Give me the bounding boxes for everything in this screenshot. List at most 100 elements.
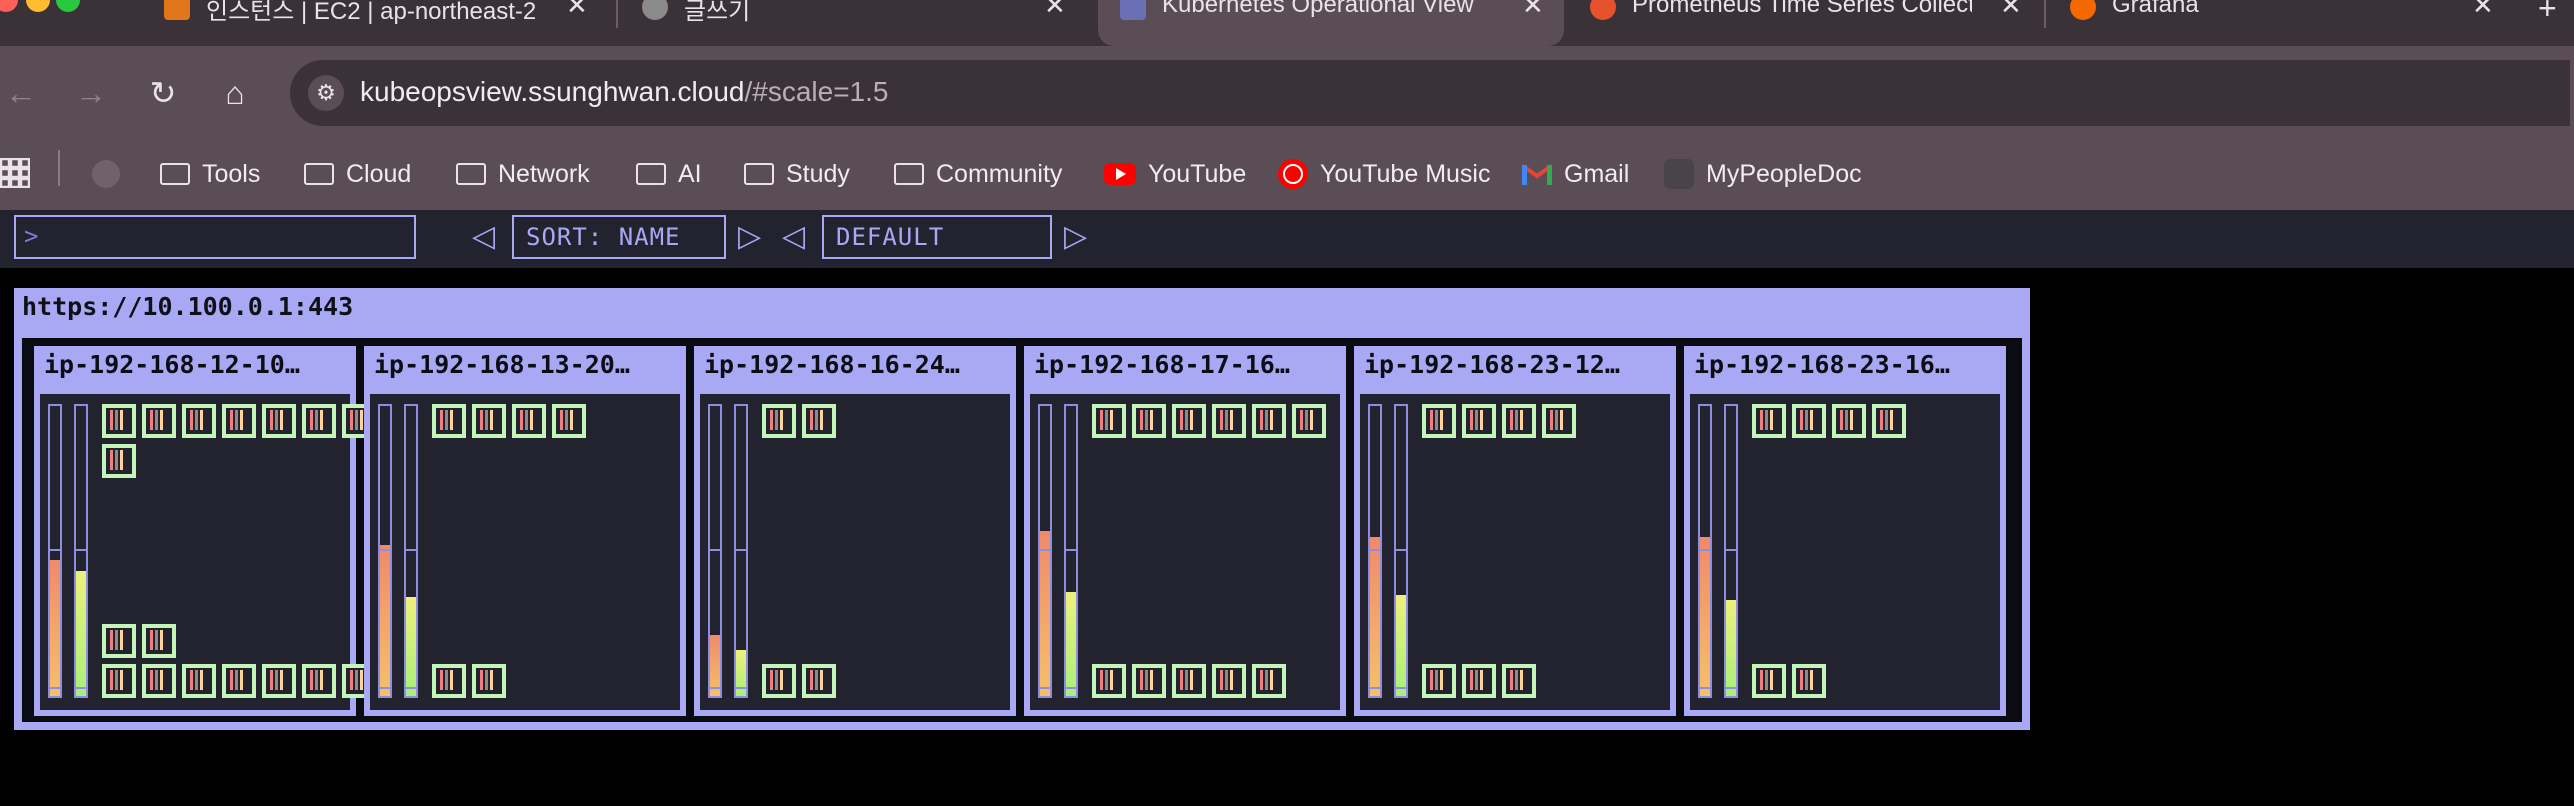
pod[interactable] [802, 404, 836, 438]
back-button[interactable]: ← [0, 70, 44, 116]
node-1[interactable]: ip-192-168-12-10… [34, 346, 376, 716]
pod[interactable] [1832, 404, 1866, 438]
node-4[interactable]: ip-192-168-17-16… [1024, 346, 1346, 716]
pod[interactable] [1752, 404, 1786, 438]
pod[interactable] [142, 664, 176, 698]
pod[interactable] [142, 404, 176, 438]
pod[interactable] [432, 404, 466, 438]
bookmark-folder-ai[interactable]: AI [636, 152, 702, 196]
prometheus-icon [1590, 0, 1616, 20]
theme-selector[interactable]: DEFAULT [822, 215, 1052, 259]
pod[interactable] [512, 404, 546, 438]
pod[interactable] [262, 404, 296, 438]
pod[interactable] [1422, 404, 1456, 438]
close-window-button[interactable] [0, 0, 18, 12]
forward-button[interactable]: → [68, 70, 114, 116]
pod[interactable] [1292, 404, 1326, 438]
pod[interactable] [1092, 664, 1126, 698]
pod[interactable] [1212, 664, 1246, 698]
cluster-url: https://10.100.0.1:443 [22, 292, 354, 321]
pod[interactable] [1252, 664, 1286, 698]
tab-ec2[interactable]: 인스턴스 | EC2 | ap-northeast-2 ✕ [142, 0, 612, 46]
pod[interactable] [1502, 664, 1536, 698]
filter-input[interactable]: > [14, 215, 416, 259]
new-tab-button[interactable]: + [2538, 0, 2557, 27]
pod[interactable] [432, 664, 466, 698]
pod[interactable] [262, 664, 296, 698]
bookmark-folder-tools[interactable]: Tools [160, 152, 260, 196]
pod[interactable] [302, 404, 336, 438]
pod[interactable] [1132, 664, 1166, 698]
minimize-window-button[interactable] [26, 0, 50, 12]
close-tab-icon[interactable]: ✕ [2000, 0, 2022, 21]
bookmark-folder-network[interactable]: Network [456, 152, 590, 196]
site-info-icon[interactable]: ⚙ [308, 75, 344, 111]
bookmark-youtube[interactable]: YouTube [1104, 152, 1246, 196]
pod[interactable] [1462, 404, 1496, 438]
cluster-box: https://10.100.0.1:443 ip-192-168-12-10…… [14, 288, 2030, 730]
tab-writing[interactable]: 글쓰기 ✕ [620, 0, 1090, 46]
pod[interactable] [142, 624, 176, 658]
url-text[interactable]: kubeopsview.ssunghwan.cloud/#scale=1.5 [360, 76, 888, 108]
node-body [1030, 394, 1340, 710]
pod[interactable] [1792, 404, 1826, 438]
bookmark-mypeopledoc[interactable]: MyPeopleDoc [1664, 152, 1862, 196]
pod[interactable] [552, 404, 586, 438]
pod[interactable] [1252, 404, 1286, 438]
close-tab-icon[interactable]: ✕ [1044, 0, 1066, 21]
pod[interactable] [102, 664, 136, 698]
close-tab-icon[interactable]: ✕ [1522, 0, 1544, 21]
bookmark-folder-cloud[interactable]: Cloud [304, 152, 411, 196]
pod[interactable] [102, 444, 136, 478]
node-2[interactable]: ip-192-168-13-20… [364, 346, 686, 716]
pod[interactable] [1172, 404, 1206, 438]
pod[interactable] [1792, 664, 1826, 698]
pod[interactable] [182, 664, 216, 698]
sort-next-button[interactable]: ▷ [738, 216, 761, 258]
pod[interactable] [1132, 404, 1166, 438]
close-tab-icon[interactable]: ✕ [2472, 0, 2494, 21]
pod[interactable] [302, 664, 336, 698]
node-6[interactable]: ip-192-168-23-16… [1684, 346, 2006, 716]
tab-prometheus[interactable]: Prometheus Time Series Collection ✕ [1568, 0, 2038, 46]
pod[interactable] [802, 664, 836, 698]
apps-grid-icon[interactable] [0, 152, 31, 196]
address-bar[interactable]: ⚙ kubeopsview.ssunghwan.cloud/#scale=1.5 [290, 60, 2570, 126]
sort-prev-button[interactable]: ◁ [472, 216, 495, 258]
home-button[interactable]: ⌂ [212, 70, 258, 116]
pod[interactable] [1092, 404, 1126, 438]
close-tab-icon[interactable]: ✕ [566, 0, 588, 21]
pod[interactable] [762, 404, 796, 438]
tab-kube-ops-view[interactable]: Kubernetes Operational View ✕ [1098, 0, 1564, 46]
pod[interactable] [1752, 664, 1786, 698]
bookmark-folder-study[interactable]: Study [744, 152, 850, 196]
pod[interactable] [1422, 664, 1456, 698]
pod[interactable] [102, 624, 136, 658]
pod[interactable] [472, 664, 506, 698]
pod[interactable] [222, 664, 256, 698]
bookmark-youtube-music[interactable]: YouTube Music [1278, 152, 1490, 196]
bookmark-gmail[interactable]: Gmail [1521, 152, 1629, 196]
pod[interactable] [1462, 664, 1496, 698]
reload-button[interactable]: ↻ [140, 70, 186, 116]
pod[interactable] [1212, 404, 1246, 438]
theme-prev-button[interactable]: ◁ [782, 216, 805, 258]
bookmark-folder-community[interactable]: Community [894, 152, 1062, 196]
theme-next-button[interactable]: ▷ [1064, 216, 1087, 258]
node-5[interactable]: ip-192-168-23-12… [1354, 346, 1676, 716]
pod[interactable] [1172, 664, 1206, 698]
pod[interactable] [472, 404, 506, 438]
pod[interactable] [1872, 404, 1906, 438]
tab-grafana[interactable]: Grafana ✕ [2048, 0, 2518, 46]
sort-selector[interactable]: SORT: NAME [512, 215, 726, 259]
mem-usage-bar [1064, 404, 1078, 698]
pod[interactable] [102, 404, 136, 438]
pod[interactable] [222, 404, 256, 438]
pod[interactable] [1502, 404, 1536, 438]
pod[interactable] [1542, 404, 1576, 438]
pod[interactable] [182, 404, 216, 438]
maximize-window-button[interactable] [56, 0, 80, 12]
pod[interactable] [762, 664, 796, 698]
chrome-icon[interactable] [92, 152, 120, 196]
node-3[interactable]: ip-192-168-16-24… [694, 346, 1016, 716]
